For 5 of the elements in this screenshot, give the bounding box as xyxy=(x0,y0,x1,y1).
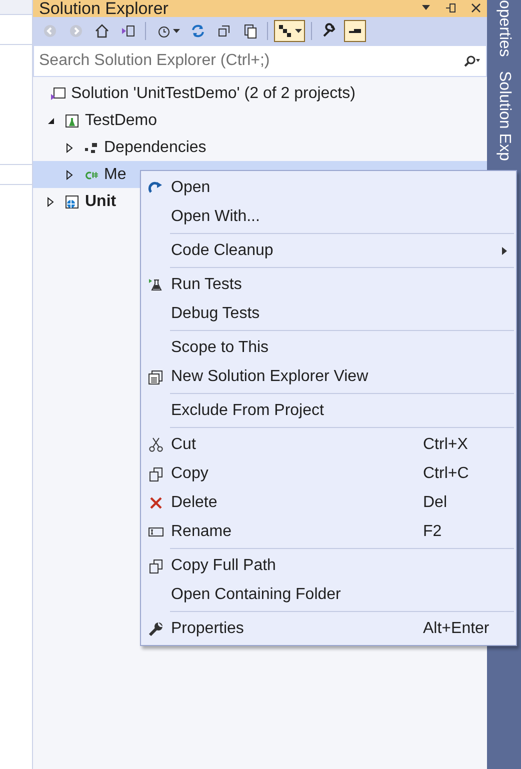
tree-item-label: Solution 'UnitTestDemo' (2 of 2 projects) xyxy=(71,84,356,104)
tree-item-label: Dependencies xyxy=(104,138,206,158)
tree-item-label: Unit xyxy=(85,192,116,212)
tree-item-label: Me xyxy=(104,164,126,184)
tree-item-label: TestDemo xyxy=(85,110,158,130)
